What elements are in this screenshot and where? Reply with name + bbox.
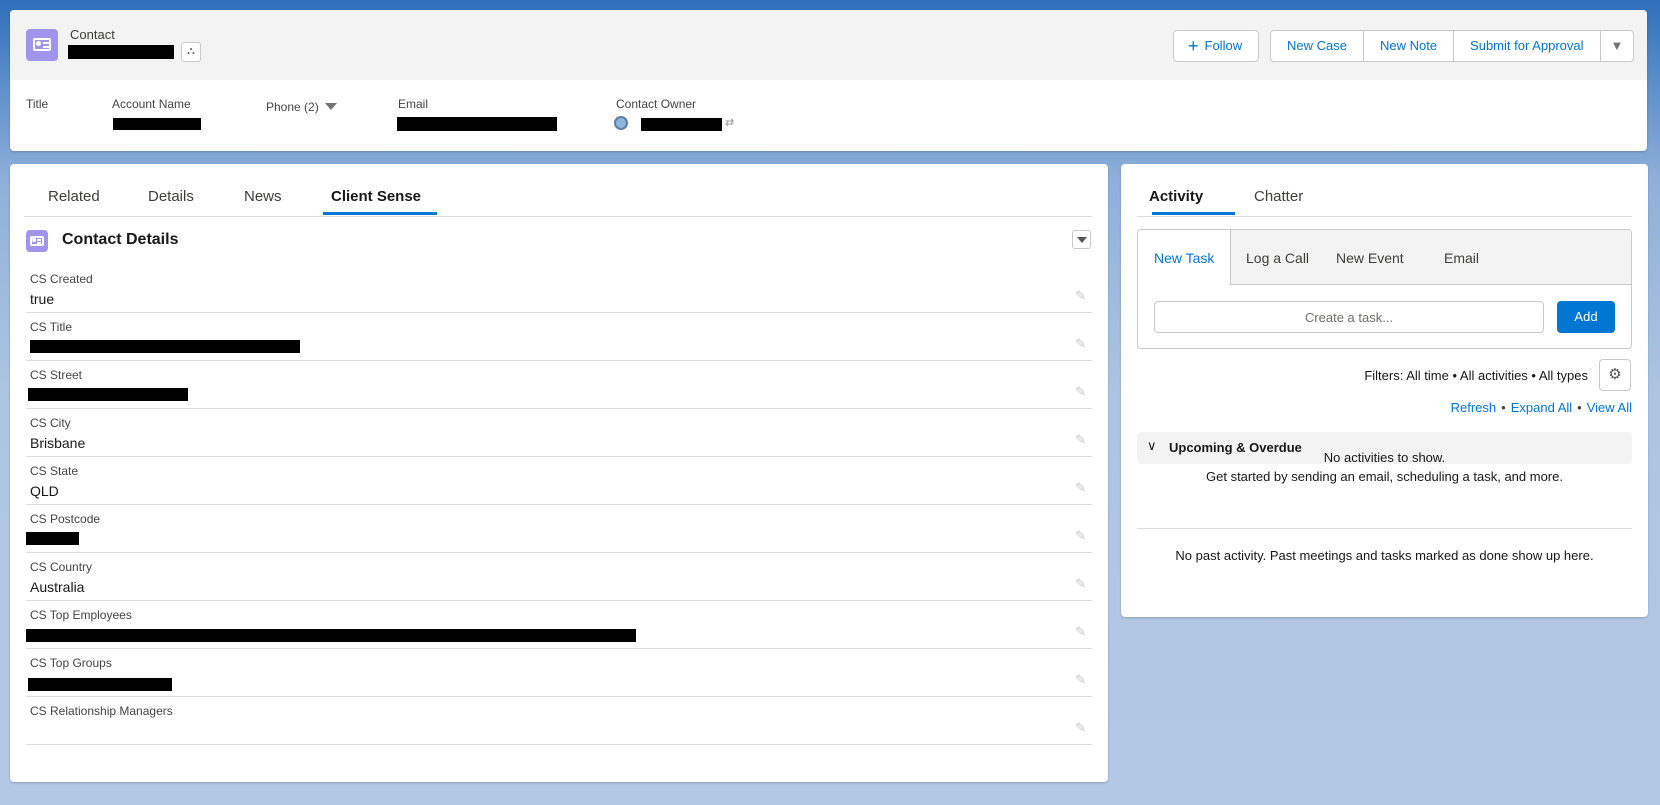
timeline-links: Refresh • Expand All • View All <box>1451 400 1632 415</box>
field-value-redacted <box>30 340 300 353</box>
avatar-icon <box>614 116 628 130</box>
empty-state-line-1: No activities to show. <box>1323 450 1446 465</box>
account-name-label: Account Name <box>112 97 191 111</box>
plus-icon: + <box>1188 36 1199 56</box>
active-tab-indicator <box>1152 212 1235 215</box>
record-type-label: Contact <box>70 27 115 42</box>
field-label: CS Title <box>30 320 73 334</box>
field-cs-relationship-managers: CS Relationship Managers ✎ <box>26 696 1092 745</box>
tab-news[interactable]: News <box>244 188 282 205</box>
activity-composer: New Task Log a Call New Event Email Add <box>1137 229 1632 349</box>
field-cs-top-employees: CS Top Employees ✎ <box>26 600 1092 649</box>
pencil-icon[interactable]: ✎ <box>1075 624 1086 640</box>
email-label: Email <box>398 97 429 111</box>
field-label: CS Country <box>30 560 93 574</box>
field-value-redacted <box>28 388 188 401</box>
field-label: CS Created <box>30 272 93 286</box>
pencil-icon[interactable]: ✎ <box>1075 432 1086 448</box>
composer-tab-new-task[interactable]: New Task <box>1154 250 1214 266</box>
contact-owner-label: Contact Owner <box>616 97 697 111</box>
refresh-link[interactable]: Refresh <box>1451 400 1497 415</box>
record-header: Contact ⛬ + Follow New Case New Note Subm… <box>10 10 1647 151</box>
field-label: CS Top Employees <box>30 608 132 622</box>
empty-state-line-2: Get started by sending an email, schedul… <box>1206 469 1563 484</box>
filters-summary[interactable]: Filters: All time • All activities • All… <box>1364 368 1588 383</box>
field-cs-state: CS State QLD ✎ <box>26 456 1092 505</box>
new-note-button[interactable]: New Note <box>1363 30 1455 62</box>
composer-tabs: New Task Log a Call New Event Email <box>1138 230 1631 285</box>
pencil-icon[interactable]: ✎ <box>1075 288 1086 304</box>
chevron-down-icon: ▼ <box>1610 38 1624 53</box>
field-cs-top-groups: CS Top Groups ✎ <box>26 648 1092 697</box>
phone-dropdown[interactable]: Phone (2) <box>266 100 337 114</box>
section-menu-button[interactable] <box>1072 230 1091 249</box>
gear-icon[interactable]: ⚙ <box>1599 359 1631 391</box>
activity-tabs: Activity Chatter <box>1137 164 1632 217</box>
field-value: true <box>30 291 55 307</box>
field-value: QLD <box>30 483 59 499</box>
hierarchy-icon[interactable]: ⛬ <box>181 42 201 62</box>
separator: • <box>1501 400 1506 415</box>
divider <box>1137 528 1632 529</box>
field-cs-country: CS Country Australia ✎ <box>26 552 1092 601</box>
view-all-link[interactable]: View All <box>1587 400 1632 415</box>
field-value-redacted <box>28 678 172 691</box>
separator: • <box>1577 400 1582 415</box>
new-case-button[interactable]: New Case <box>1270 30 1364 62</box>
section-title: Contact Details <box>62 231 179 248</box>
expand-all-link[interactable]: Expand All <box>1511 400 1572 415</box>
field-label: CS City <box>30 416 71 430</box>
pencil-icon[interactable]: ✎ <box>1075 576 1086 592</box>
active-tab-indicator <box>323 212 437 215</box>
field-label: CS Relationship Managers <box>30 704 173 718</box>
contact-card-icon <box>26 230 48 252</box>
field-cs-street: CS Street ✎ <box>26 360 1092 409</box>
chevron-down-icon <box>324 103 337 110</box>
field-cs-created: CS Created true ✎ <box>26 264 1092 313</box>
pencil-icon[interactable]: ✎ <box>1075 528 1086 544</box>
create-task-input[interactable] <box>1154 301 1544 333</box>
field-value: Australia <box>30 579 85 595</box>
pencil-icon[interactable]: ✎ <box>1075 720 1086 736</box>
tab-details[interactable]: Details <box>148 188 194 205</box>
tab-related[interactable]: Related <box>48 188 100 205</box>
field-label: CS Postcode <box>30 512 101 526</box>
composer-tab-email[interactable]: Email <box>1444 250 1479 266</box>
main-record-panel: Related Details News Client Sense Contac… <box>10 164 1108 782</box>
field-value-redacted <box>26 629 636 642</box>
field-label: CS Top Groups <box>30 656 112 670</box>
field-label: CS State <box>30 464 79 478</box>
field-value: Brisbane <box>30 435 86 451</box>
contact-owner-redacted[interactable] <box>641 118 722 131</box>
submit-for-approval-button[interactable]: Submit for Approval <box>1454 30 1601 62</box>
add-task-button[interactable]: Add <box>1557 301 1615 333</box>
account-name-redacted[interactable] <box>113 118 201 130</box>
pencil-icon[interactable]: ✎ <box>1075 384 1086 400</box>
composer-tab-new-event[interactable]: New Event <box>1336 250 1404 266</box>
tab-chatter[interactable]: Chatter <box>1254 188 1303 205</box>
field-cs-postcode: CS Postcode ✎ <box>26 504 1092 553</box>
activity-panel: Activity Chatter New Task Log a Call New… <box>1121 164 1648 617</box>
tab-client-sense[interactable]: Client Sense <box>331 188 421 205</box>
field-cs-title: CS Title ✎ <box>26 312 1092 361</box>
field-value-redacted <box>26 532 79 545</box>
record-tabs: Related Details News Client Sense <box>24 164 1092 217</box>
pencil-icon[interactable]: ✎ <box>1075 336 1086 352</box>
change-owner-icon[interactable]: ⇄ <box>725 116 734 129</box>
composer-tab-log-a-call[interactable]: Log a Call <box>1246 250 1309 266</box>
follow-button[interactable]: + Follow <box>1173 30 1260 62</box>
title-label: Title <box>26 97 49 111</box>
pencil-icon[interactable]: ✎ <box>1075 672 1086 688</box>
tab-activity[interactable]: Activity <box>1149 188 1203 205</box>
pencil-icon[interactable]: ✎ <box>1075 480 1086 496</box>
action-button-group: New Case New Note Submit for Approval ▼ <box>1270 30 1635 62</box>
field-cs-city: CS City Brisbane ✎ <box>26 408 1092 457</box>
more-actions-button[interactable]: ▼ <box>1600 30 1635 62</box>
contact-card-icon <box>26 29 58 61</box>
past-activity-text: No past activity. Past meetings and task… <box>1175 548 1594 563</box>
field-label: CS Street <box>30 368 83 382</box>
record-name-redacted <box>68 45 174 59</box>
email-redacted[interactable] <box>397 117 557 131</box>
